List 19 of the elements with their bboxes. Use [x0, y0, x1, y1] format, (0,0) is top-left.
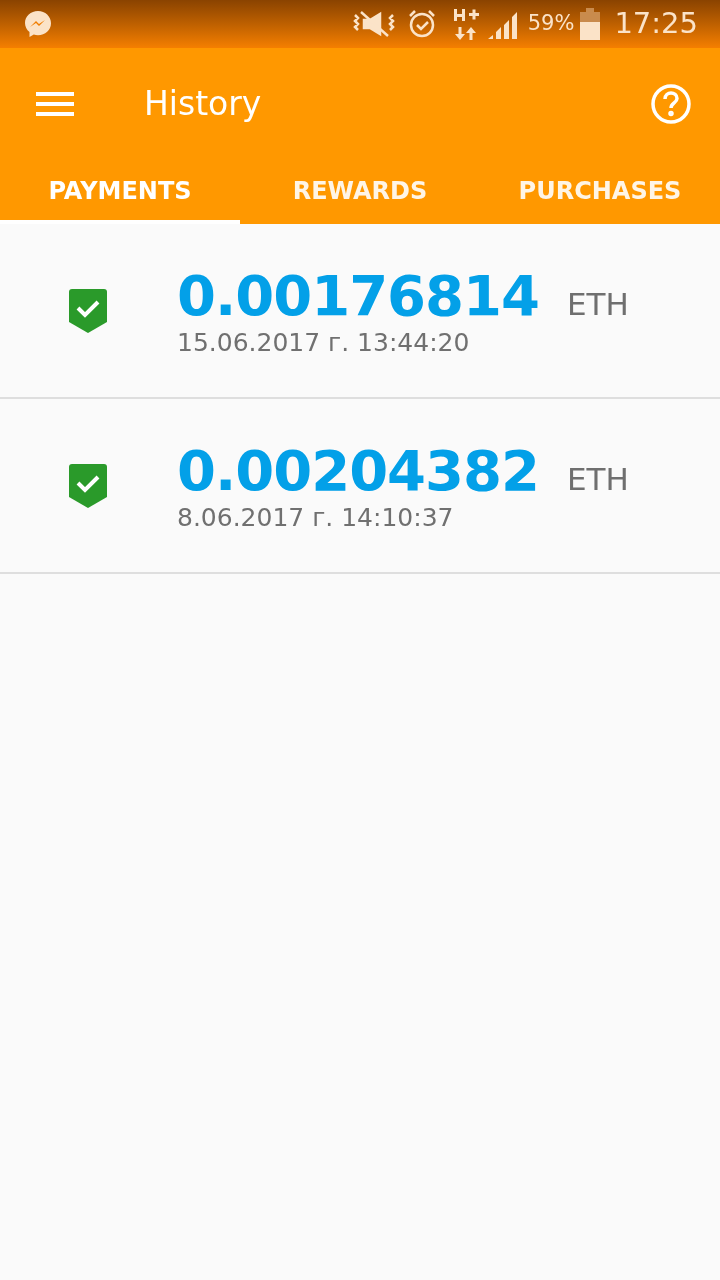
currency: ETH [566, 284, 629, 324]
shield-check-icon [69, 463, 107, 508]
currency: ETH [566, 459, 629, 499]
clock-time: 17:25 [614, 5, 698, 43]
mobile-data-icon [451, 7, 480, 41]
amount: 0.00176814 [177, 263, 539, 328]
vibrate-mute-icon [351, 9, 396, 39]
tab[interactable]: PAYMENTS [0, 160, 240, 224]
tab[interactable]: REWARDS [240, 160, 480, 224]
tab[interactable]: PURCHASES [480, 160, 720, 224]
date: 8.06.2017 г. 14:10:37 [177, 502, 455, 533]
amount: 0.00204382 [177, 438, 539, 503]
shield-check-icon [69, 288, 107, 333]
help-icon[interactable] [650, 83, 692, 125]
date: 15.06.2017 г. 13:44:20 [177, 327, 471, 358]
battery-icon [580, 8, 601, 40]
screen-title: History [144, 83, 262, 126]
battery-percent: 59% [527, 10, 575, 38]
menu-icon[interactable] [36, 89, 76, 119]
